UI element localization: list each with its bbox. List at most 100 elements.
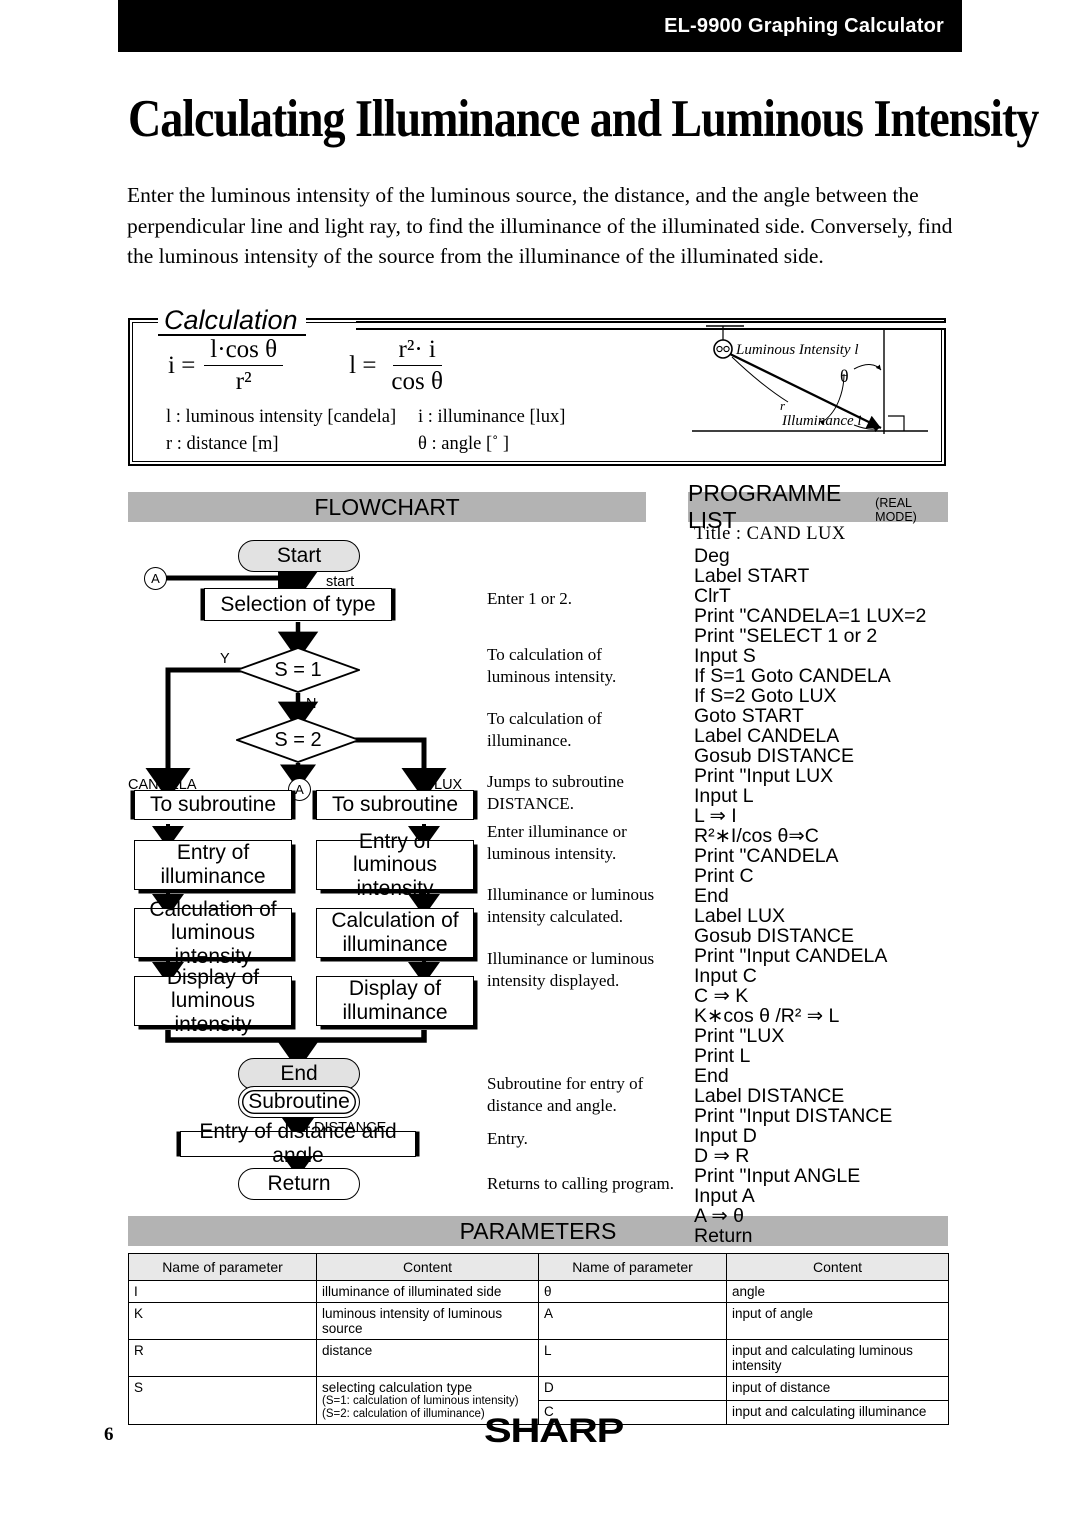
formula-key-list: l : luminous intensity [candela] i : ill… — [166, 404, 565, 458]
flow-node-to-subroutine-left-label: To subroutine — [149, 793, 277, 817]
formula-luminous-denominator: cos θ — [391, 368, 443, 395]
annotation-entry: Entry. — [487, 1129, 528, 1148]
param-content-main: selecting calculation type — [322, 1380, 473, 1395]
programme-line: Print L — [694, 1044, 751, 1067]
formula-key-theta: θ : angle [˚ ] — [418, 433, 510, 454]
programme-list: Title : CAND LUX Deg Label START ClrT Pr… — [690, 524, 954, 1246]
flow-node-display-illuminance: Display of illuminance — [316, 976, 474, 1026]
flow-node-calc-luminous-intensity: Calculation of luminous intensity — [134, 898, 292, 968]
page-number: 6 — [104, 1424, 114, 1445]
programme-line: K∗cos θ /R² ⇒ L — [694, 1004, 840, 1027]
param-name-cell: K — [128, 1302, 317, 1340]
flow-node-entry-illuminance-line1: Entry of — [176, 841, 250, 865]
table-header-cell: Content — [726, 1253, 949, 1281]
page-title: Calculating Illuminance and Luminous Int… — [128, 90, 1039, 148]
programme-title: Title : CAND LUX — [694, 524, 846, 544]
flow-node-entry-luminous-intensity: Entry of luminous intensity — [316, 830, 474, 900]
flow-node-calc-illuminance: Calculation of illuminance — [316, 908, 474, 958]
programme-line: Print "Input LUX — [694, 764, 834, 787]
formula-key-r: r : distance [m] — [166, 433, 279, 454]
flow-node-entry-illuminance-line2: illuminance — [160, 865, 266, 888]
formula-illuminance-fraction: l·cos θ r² — [204, 336, 284, 396]
annotation-to-calc-luminous: To calculation of luminous intensity. — [487, 645, 617, 687]
param-content-cell: input of distance — [726, 1376, 949, 1401]
param-content-sub1: (S=1: calculation of luminous intensity) — [322, 1395, 519, 1407]
programme-line: Gosub DISTANCE — [694, 924, 855, 947]
formula-luminous-intensity: l = r²· i cos θ — [349, 336, 449, 396]
param-name-cell: S — [128, 1376, 317, 1425]
flow-node-to-subroutine-right: To subroutine — [316, 790, 474, 820]
param-content-cell: input and calculating luminous intensity — [726, 1339, 949, 1377]
param-content-cell: input and calculating illuminance — [726, 1399, 949, 1425]
flow-node-decision-s2-label: S = 2 — [274, 728, 322, 751]
formula-luminous-lhs: l = — [349, 352, 377, 379]
connector-a-top: A — [144, 567, 167, 590]
flow-node-start: Start — [238, 540, 360, 572]
flow-node-to-subroutine-left: To subroutine — [134, 790, 292, 820]
param-name-cell: D — [538, 1376, 727, 1401]
flow-node-entry-distance-angle-label: Entry of distance and angle — [199, 1120, 397, 1167]
parameters-section-label: PARAMETERS — [459, 1217, 617, 1244]
header-title: EL-9900 Graphing Calculator — [664, 15, 944, 37]
annotation-jumps-subroutine: Jumps to subroutine DISTANCE. — [487, 772, 624, 814]
formula-illuminance-numerator: l·cos θ — [204, 336, 284, 366]
flow-node-entry-distance-angle: Entry of distance and angle — [180, 1120, 416, 1167]
param-name-cell: θ — [538, 1280, 727, 1303]
flow-node-display-luminous-line1: Display of — [166, 965, 260, 989]
formula-group: i = l·cos θ r² l = r²· i cos θ — [168, 336, 449, 396]
programme-line: Print C — [694, 864, 754, 887]
param-content-cell: luminous intensity of luminous source — [316, 1302, 539, 1340]
flow-label-yes: Y — [220, 651, 230, 667]
table-row: K luminous intensity of luminous source … — [128, 1302, 949, 1340]
flow-node-end-label: End — [280, 1062, 318, 1086]
programme-line: Input L — [694, 784, 754, 807]
flowchart-section-label: FLOWCHART — [314, 493, 460, 520]
flow-node-calc-luminous-line1: Calculation of — [149, 897, 277, 921]
programme-line: Print "CANDELA=1 LUX=2 — [694, 604, 927, 627]
param-name-cell: A — [538, 1302, 727, 1340]
programme-line: Print "Input ANGLE — [694, 1164, 861, 1187]
table-row: R distance L input and calculating lumin… — [128, 1339, 949, 1377]
flow-node-decision-s1: S = 1 — [234, 647, 362, 693]
flow-node-calc-luminous-line2: luminous intensity — [170, 921, 256, 968]
document-page: EL-9900 Graphing Calculator Calculating … — [0, 0, 1080, 1528]
annotation-displayed: Illuminance or luminous intensity display… — [487, 949, 655, 991]
illumination-diagram-svg: Luminous Intensity l θ r Illuminance i — [692, 325, 928, 434]
flow-node-calc-illuminance-line1: Calculation of — [331, 909, 459, 933]
flow-node-display-luminous-intensity: Display of luminous intensity — [134, 966, 292, 1036]
flow-node-entry-luminous-line1: Entry of — [358, 829, 432, 853]
formula-illuminance: i = l·cos θ r² — [168, 336, 284, 396]
table-header-cell: Content — [316, 1253, 539, 1281]
flowchart-section-header: FLOWCHART — [128, 492, 646, 522]
illumination-diagram: Luminous Intensity l θ r Illuminance i — [692, 324, 940, 442]
programme-line: C ⇒ K — [694, 984, 749, 1007]
calculation-legend: Calculation — [158, 306, 306, 337]
flow-node-display-illuminance-line1: Display of — [348, 977, 442, 1001]
programme-line: Label CANDELA — [694, 724, 840, 747]
connector-a-mid-label: A — [295, 782, 304, 797]
table-row: S selecting calculation type (S=1: calcu… — [128, 1376, 949, 1425]
formula-key-i: i : illuminance [lux] — [418, 407, 566, 427]
programme-line: Print "Input DISTANCE — [694, 1104, 893, 1127]
parameters-table: Name of parameter Content Name of parame… — [128, 1253, 949, 1425]
formula-luminous-fraction: r²· i cos θ — [385, 336, 449, 396]
programme-line: Deg — [694, 544, 730, 567]
programme-line: Return — [694, 1224, 753, 1247]
programme-line: Label LUX — [694, 904, 786, 927]
annotation-calculated: Illuminance or luminous intensity calcula… — [487, 885, 655, 927]
param-name-cell: R — [128, 1339, 317, 1377]
programme-line: Input A — [694, 1184, 755, 1207]
formula-key-l: l : luminous intensity [candela] — [166, 407, 397, 427]
flow-node-subroutine-label: Subroutine — [248, 1090, 350, 1114]
programme-line: D ⇒ R — [694, 1144, 750, 1167]
flow-node-calc-illuminance-line2: illuminance — [342, 933, 448, 956]
flow-node-display-luminous-line2: luminous intensity — [170, 989, 256, 1036]
annotation-enter-1-or-2: Enter 1 or 2. — [487, 589, 572, 608]
programme-line: End — [694, 1064, 729, 1087]
flow-node-subroutine: Subroutine — [238, 1086, 360, 1118]
page-header-bar: EL-9900 Graphing Calculator — [118, 0, 962, 52]
param-content-cell: angle — [726, 1280, 949, 1303]
table-header-cell: Name of parameter — [128, 1253, 317, 1281]
formula-illuminance-denominator: r² — [235, 368, 252, 395]
param-content-cell: distance — [316, 1339, 539, 1377]
